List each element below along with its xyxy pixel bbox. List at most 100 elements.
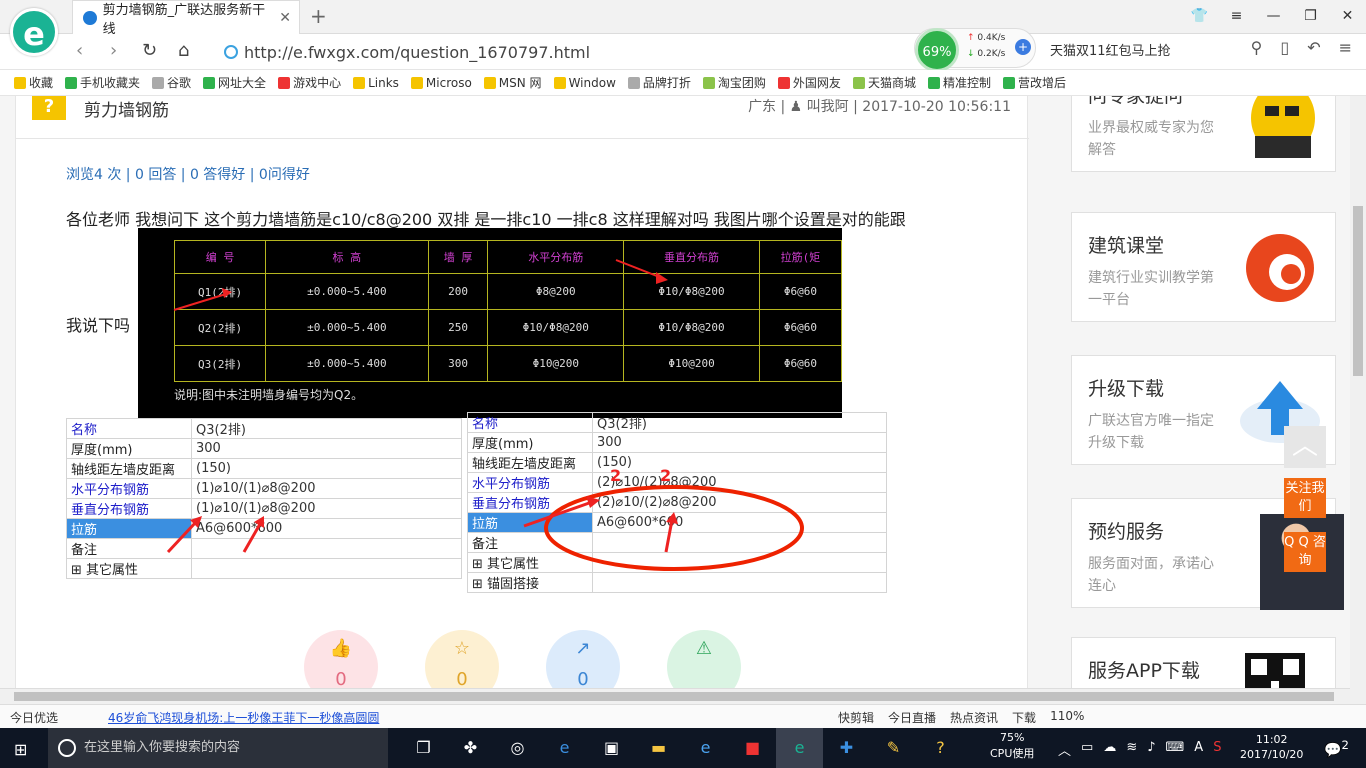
property-row[interactable]: 垂直分布钢筋 (2)⌀10/(2)⌀8@200 [467,492,887,513]
ime-indicator[interactable]: A [1194,740,1203,759]
ie-icon[interactable]: e [682,728,729,768]
notes-icon[interactable]: ✎ [870,728,917,768]
status-tool[interactable]: 快剪辑 [838,709,874,726]
battery-icon[interactable]: ▭ [1081,740,1093,759]
maximize-button[interactable]: ❐ [1292,0,1329,34]
horizontal-scroll-thumb[interactable] [14,692,1334,701]
speed-plus-icon[interactable]: + [1015,39,1031,55]
property-row[interactable]: 拉筋 A6@600*600 [66,518,462,539]
back-to-top-button[interactable]: ︿ [1284,426,1326,468]
horizontal-scrollbar[interactable] [0,688,1350,704]
property-row[interactable]: 垂直分布钢筋 (1)⌀10/(1)⌀8@200 [66,498,462,519]
menu-icon[interactable]: ≡ [1218,0,1255,34]
qq-consult-button[interactable]: Q Q 咨询 [1284,532,1326,572]
back-button[interactable]: ‹ [76,40,83,61]
promo-link[interactable]: 天猫双11红包马上抢 [1050,40,1171,59]
notification-center-icon[interactable]: 💬2 [1324,738,1349,759]
property-row[interactable]: 备注 [467,532,887,553]
property-row[interactable]: 水平分布钢筋 (2)⌀10/(2)⌀8@200 [467,472,887,493]
address-bar[interactable]: http://e.fwxgx.com/question_1670797.html [224,40,904,64]
property-value[interactable]: (150) [191,458,462,479]
sidebar-card[interactable]: 建筑课堂 建筑行业实训教学第一平台 [1071,212,1336,322]
property-row[interactable]: ⊞ 锚固搭接 [467,572,887,593]
forward-button[interactable]: › [110,40,117,61]
undo-icon[interactable]: ↶ [1307,38,1320,57]
status-tool[interactable]: 今日直播 [888,709,936,726]
favorite-item[interactable]: 网址大全 [203,74,266,91]
property-row[interactable]: ⊞ 其它属性 [467,552,887,573]
keyboard-icon[interactable]: ⌨ [1166,740,1185,759]
favorite-item[interactable]: 淘宝团购 [702,74,766,91]
volume-icon[interactable]: ♪ [1147,740,1155,759]
favorite-item[interactable]: Links [353,76,399,90]
property-value[interactable]: (150) [592,452,887,473]
active-browser-icon[interactable]: e [776,728,823,768]
menu-lines-icon[interactable]: ≡ [1339,38,1352,57]
property-value[interactable]: (1)⌀10/(1)⌀8@200 [191,498,462,519]
property-value[interactable]: (1)⌀10/(1)⌀8@200 [191,478,462,499]
property-row[interactable]: 轴线距左墙皮距离 (150) [66,458,462,479]
favorite-item[interactable]: 精准控制 [927,74,991,91]
vertical-scrollbar[interactable] [1350,96,1366,704]
favorite-item[interactable]: 外国网友 [777,74,841,91]
property-row[interactable]: 备注 [66,538,462,559]
system-clock[interactable]: 11:02 2017/10/20 [1240,732,1303,762]
property-row[interactable]: 厚度(mm) 300 [467,432,887,453]
vertical-scroll-thumb[interactable] [1353,206,1363,376]
share-button[interactable]: ↗ 0 [546,630,620,688]
file-explorer-icon[interactable]: ▬ [635,728,682,768]
property-value[interactable] [592,552,887,573]
cloud-icon[interactable]: ☁ [1103,740,1116,759]
favorite-item[interactable]: 品牌打折 [627,74,691,91]
cpu-usage-widget[interactable]: 75% CPU使用 [990,730,1034,762]
favorite-item[interactable]: Window [553,76,616,90]
app-fan-icon[interactable]: ✤ [447,728,494,768]
favorite-item[interactable]: 收藏 [14,74,53,91]
app-plus-icon[interactable]: ✚ [823,728,870,768]
news-ticker-link[interactable]: 46岁俞飞鸿现身机场:上一秒像王菲下一秒像高圆圆 [108,709,379,726]
status-tool[interactable]: 下载 [1012,709,1036,726]
close-window-button[interactable]: ✕ [1329,0,1366,34]
property-value[interactable] [592,572,887,593]
browser-logo[interactable]: e [10,8,58,56]
property-row[interactable]: 拉筋 A6@600*600 [467,512,887,533]
question-stats[interactable]: 浏览4 次 | 0 回答 | 0 答得好 | 0问得好 [66,164,310,184]
edge-icon[interactable]: e [541,728,588,768]
property-value[interactable]: (2)⌀10/(2)⌀8@200 [592,472,887,493]
today-picks-link[interactable]: 今日优选 [10,709,58,726]
property-row[interactable]: 名称 Q3(2排) [467,412,887,433]
property-value[interactable]: Q3(2排) [592,412,887,433]
phone-icon[interactable]: ▯ [1280,38,1289,57]
property-value[interactable]: A6@600*600 [191,518,462,539]
property-value[interactable] [191,558,462,579]
report-button[interactable]: ⚠ [667,630,741,688]
windows-start-icon[interactable]: ⊞ [14,740,27,759]
property-row[interactable]: ⊞ 其它属性 [66,558,462,579]
status-tool[interactable]: 110% [1050,709,1084,726]
property-value[interactable] [191,538,462,559]
skin-icon[interactable]: 👕 [1181,0,1218,34]
minimize-button[interactable]: — [1255,0,1292,34]
favorite-item[interactable]: MSN 网 [483,74,542,91]
property-value[interactable]: (2)⌀10/(2)⌀8@200 [592,492,887,513]
wifi-icon[interactable]: ≋ [1126,740,1137,759]
property-row[interactable]: 厚度(mm) 300 [66,438,462,459]
property-value[interactable] [592,532,887,553]
property-value[interactable]: A6@600*600 [592,512,887,533]
store-icon[interactable]: ▣ [588,728,635,768]
network-speed-widget[interactable]: 69% ↑ 0.4K/s ↓ 0.2K/s + [914,28,1036,72]
new-tab-button[interactable]: + [310,4,327,28]
favorite-item[interactable]: 谷歌 [152,74,191,91]
refresh-button[interactable]: ↻ [142,40,157,61]
property-row[interactable]: 水平分布钢筋 (1)⌀10/(1)⌀8@200 [66,478,462,499]
property-row[interactable]: 轴线距左墙皮距离 (150) [467,452,887,473]
taskbar-search-box[interactable]: 在这里输入你要搜索的内容 [48,728,388,768]
property-row[interactable]: 名称 Q3(2排) [66,418,462,439]
sogou-icon[interactable]: S [1213,740,1221,759]
task-view-icon[interactable]: ❐ [400,728,447,768]
sidebar-card[interactable]: 问专家提问 业界最权威专家为您解答 [1071,96,1336,172]
status-tool[interactable]: 热点资讯 [950,709,998,726]
property-value[interactable]: Q3(2排) [191,418,462,439]
favorite-item[interactable]: Microso [410,76,472,90]
close-tab-icon[interactable]: ✕ [279,10,291,26]
